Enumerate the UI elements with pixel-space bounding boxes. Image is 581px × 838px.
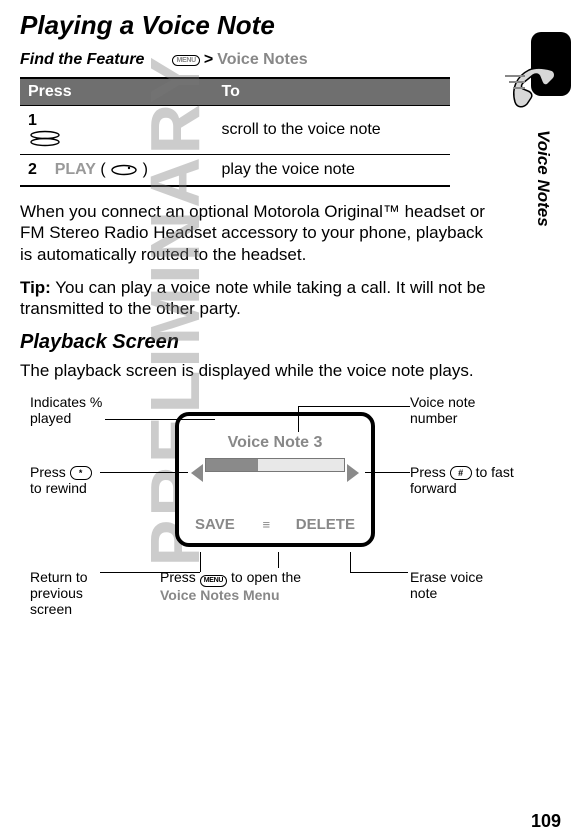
page-number: 109 <box>531 811 561 832</box>
playback-screen: Voice Note 3 SAVE ≡ DELETE <box>175 412 375 547</box>
callout-text: Press <box>410 464 450 480</box>
playback-diagram: Voice Note 3 SAVE ≡ DELETE Indicates % p… <box>30 394 530 664</box>
callout-return: Return to previous screen <box>30 569 115 617</box>
callout-text: to open the <box>227 569 301 585</box>
progress-bar <box>205 458 345 472</box>
instruction-table: Press To 1 scroll to the voice note <box>20 77 450 187</box>
row-action: play the voice note <box>214 155 451 187</box>
softkey-label: PLAY <box>55 161 96 178</box>
leader-line <box>105 419 215 420</box>
table-row: 1 scroll to the voice note <box>20 106 450 155</box>
menu-hint: Voice Notes Menu <box>160 587 280 603</box>
progress-fill <box>206 459 258 471</box>
delete-softkey: DELETE <box>296 516 355 533</box>
save-softkey: SAVE <box>195 516 235 533</box>
rewind-triangle-icon <box>191 464 203 482</box>
col-press: Press <box>20 78 214 106</box>
chevron-right-icon: > <box>204 51 213 69</box>
softkey-paren: ( <box>100 161 105 178</box>
pound-key-icon: # <box>450 466 472 480</box>
row-number: 2 <box>28 161 37 178</box>
body-paragraph: The playback screen is displayed while t… <box>20 360 490 381</box>
phone-receiver-icon <box>503 30 573 129</box>
callout-erase: Erase voice note <box>410 569 510 601</box>
callout-percent-played: Indicates % played <box>30 394 120 426</box>
softkey-oval-icon <box>110 161 142 178</box>
row-number: 1 <box>28 112 37 129</box>
tip-label: Tip: <box>20 278 51 297</box>
menu-key-icon: MENU <box>172 55 199 66</box>
forward-triangle-icon <box>347 464 359 482</box>
leader-line <box>278 552 279 568</box>
find-feature-label: Find the Feature <box>20 51 144 69</box>
callout-text: Press <box>160 569 200 585</box>
leader-line <box>100 472 188 473</box>
callout-rewind: Press * to rewind <box>30 464 130 496</box>
leader-line <box>365 472 410 473</box>
softkey-paren: ) <box>143 161 148 178</box>
col-to: To <box>214 78 451 106</box>
leader-line <box>298 406 410 407</box>
screen-title: Voice Note 3 <box>179 434 371 452</box>
row-action: scroll to the voice note <box>214 106 451 155</box>
subheading: Playback Screen <box>20 331 551 354</box>
callout-fast-forward: Press # to fast forward <box>410 464 530 496</box>
body-paragraph: When you connect an optional Motorola Or… <box>20 201 490 265</box>
nav-path: MENU > Voice Notes <box>172 51 307 69</box>
find-feature-row: Find the Feature MENU > Voice Notes <box>20 51 551 69</box>
callout-text: to rewind <box>30 480 87 496</box>
callout-voice-note-number: Voice note number <box>410 394 520 426</box>
callout-open-menu: Press MENU to open the Voice Notes Menu <box>160 569 380 603</box>
table-row: 2 PLAY ( ) play the voice note <box>20 155 450 187</box>
tip-paragraph: Tip: You can play a voice note while tak… <box>20 277 490 320</box>
tip-text: You can play a voice note while taking a… <box>20 278 486 318</box>
leader-line <box>298 406 299 432</box>
menu-bars-icon: ≡ <box>262 517 268 532</box>
star-key-icon: * <box>70 466 92 480</box>
callout-text: Press <box>30 464 70 480</box>
nav-path-text: Voice Notes <box>217 51 307 69</box>
scroll-key-icon <box>28 130 206 148</box>
side-tab: Voice Notes <box>533 130 553 227</box>
page-title: Playing a Voice Note <box>20 10 551 41</box>
menu-key-icon: MENU <box>200 575 227 587</box>
